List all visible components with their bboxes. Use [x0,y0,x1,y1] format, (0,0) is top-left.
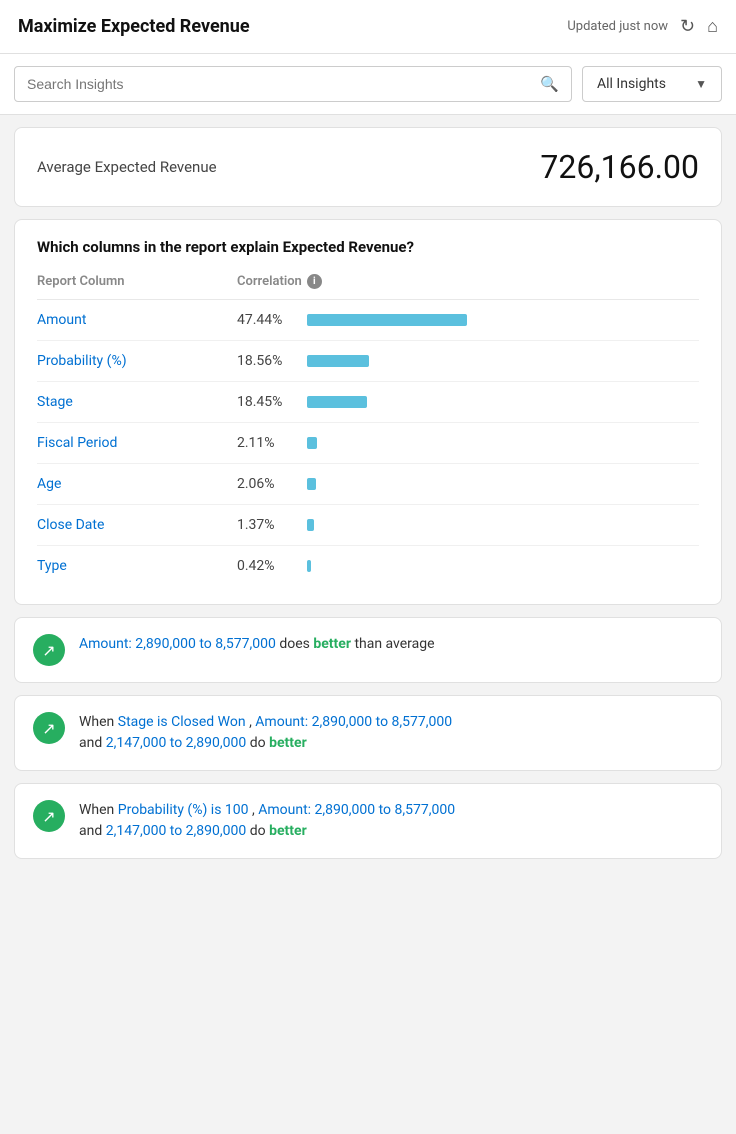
insight-item-1: ↗ Amount: 2,890,000 to 8,577,000 does be… [14,617,722,683]
row-name-fiscal-period[interactable]: Fiscal Period [37,435,237,451]
home-icon[interactable]: ⌂ [707,16,718,37]
table-row: Stage 18.45% [37,382,699,423]
bar-probability [307,355,369,367]
insight-text-2: When Stage is Closed Won , Amount: 2,890… [79,712,452,754]
insight-and-3: and [79,823,106,839]
bar-wrap-fiscal-period [307,436,699,450]
row-name-amount[interactable]: Amount [37,312,237,328]
filter-label: All Insights [597,76,666,92]
search-input-wrap[interactable]: 🔍 [14,66,572,102]
bar-wrap-probability [307,354,699,368]
bar-wrap-type [307,559,699,573]
insight-middle-1: does [279,636,313,652]
bar-wrap-age [307,477,699,491]
header: Maximize Expected Revenue Updated just n… [0,0,736,54]
search-input[interactable] [27,76,540,92]
header-actions: Updated just now ↻ ⌂ [567,16,718,37]
info-icon[interactable]: i [307,274,322,289]
avg-revenue-card: Average Expected Revenue 726,166.00 [14,127,722,207]
row-pct-stage: 18.45% [237,394,307,410]
table-row: Amount 47.44% [37,300,699,341]
trend-up-icon-1: ↗ [33,634,65,666]
chevron-down-icon: ▼ [695,77,707,91]
avg-revenue-label: Average Expected Revenue [37,158,217,176]
search-icon: 🔍 [540,75,559,93]
row-pct-probability: 18.56% [237,353,307,369]
row-pct-age: 2.06% [237,476,307,492]
trend-up-icon-2: ↗ [33,712,65,744]
bar-age [307,478,316,490]
insight-link-amount-1[interactable]: Amount: 2,890,000 to 8,577,000 [79,636,276,652]
row-name-stage[interactable]: Stage [37,394,237,410]
insight-link-amount-3[interactable]: Amount: 2,890,000 to 8,577,000 [258,802,455,818]
row-name-age[interactable]: Age [37,476,237,492]
table-header: Report Column Correlation i [37,270,699,300]
main-content: Average Expected Revenue 726,166.00 Whic… [0,115,736,871]
row-pct-amount: 47.44% [237,312,307,328]
insight-better-1: better [313,636,351,652]
insights-title: Which columns in the report explain Expe… [37,238,699,256]
page-title: Maximize Expected Revenue [18,16,250,37]
search-bar-row: 🔍 All Insights ▼ [0,54,736,115]
insight-do-2: do [250,735,269,751]
updated-timestamp: Updated just now [567,19,668,34]
insight-and-2: and [79,735,106,751]
insight-link-stage-2[interactable]: Stage is Closed Won [118,714,246,730]
insight-item-3: ↗ When Probability (%) is 100 , Amount: … [14,783,722,859]
bar-stage [307,396,367,408]
bar-amount [307,314,467,326]
insight-text-1: Amount: 2,890,000 to 8,577,000 does bett… [79,634,435,655]
table-row: Fiscal Period 2.11% [37,423,699,464]
insight-do-3: do [250,823,269,839]
bar-fiscal-period [307,437,317,449]
row-name-probability[interactable]: Probability (%) [37,353,237,369]
table-row: Age 2.06% [37,464,699,505]
bar-type [307,560,311,572]
row-name-close-date[interactable]: Close Date [37,517,237,533]
table-row: Probability (%) 18.56% [37,341,699,382]
insight-link-amount-2[interactable]: Amount: 2,890,000 to 8,577,000 [255,714,452,730]
col-label-report: Report Column [37,274,237,289]
row-pct-fiscal-period: 2.11% [237,435,307,451]
table-row: Type 0.42% [37,546,699,586]
insight-better-2: better [269,735,307,751]
bar-wrap-close-date [307,518,699,532]
insight-prefix-3: When [79,802,118,818]
filter-dropdown[interactable]: All Insights ▼ [582,66,722,102]
correlation-card: Which columns in the report explain Expe… [14,219,722,605]
bar-close-date [307,519,314,531]
insight-link-probability-3[interactable]: Probability (%) is 100 [118,802,249,818]
row-pct-type: 0.42% [237,558,307,574]
refresh-icon[interactable]: ↻ [680,16,695,37]
insight-link-amount2-3[interactable]: 2,147,000 to 2,890,000 [106,823,247,839]
trend-up-icon-3: ↗ [33,800,65,832]
insight-text-3: When Probability (%) is 100 , Amount: 2,… [79,800,455,842]
insight-prefix-2: When [79,714,118,730]
col-label-correlation: Correlation i [237,274,322,289]
insight-item-2: ↗ When Stage is Closed Won , Amount: 2,8… [14,695,722,771]
insight-better-3: better [269,823,307,839]
row-name-type[interactable]: Type [37,558,237,574]
insight-suffix-1: than average [354,636,434,652]
insight-link-amount2-2[interactable]: 2,147,000 to 2,890,000 [106,735,247,751]
table-row: Close Date 1.37% [37,505,699,546]
avg-revenue-value: 726,166.00 [540,148,699,186]
bar-wrap-stage [307,395,699,409]
row-pct-close-date: 1.37% [237,517,307,533]
bar-wrap-amount [307,313,699,327]
